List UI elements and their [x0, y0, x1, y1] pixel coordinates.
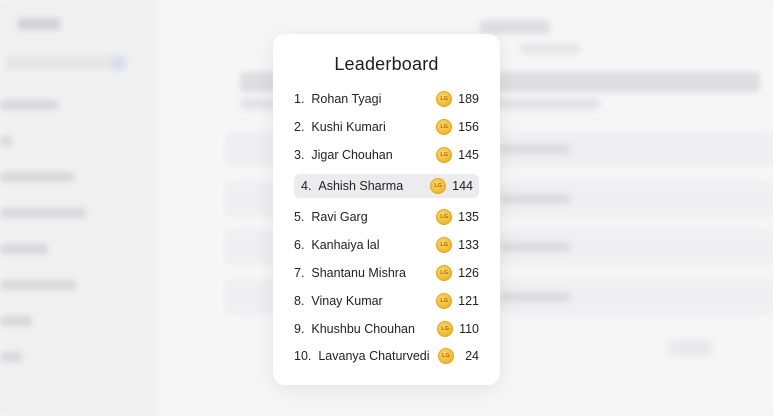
leaderboard-score: 133 [458, 238, 479, 252]
leaderboard-score: 126 [458, 266, 479, 280]
sidebar-item [0, 100, 58, 110]
sidebar [0, 0, 151, 416]
leaderboard-row: 5. Ravi Garg LG 135 [294, 205, 479, 229]
leaderboard-rank: 2. [294, 120, 305, 134]
coin-icon: LG [436, 293, 453, 309]
leaderboard-score: 156 [458, 120, 479, 134]
coin-icon: LG [436, 265, 453, 281]
leaderboard-name: 5. Ravi Garg [294, 210, 436, 224]
sidebar-search [6, 56, 126, 70]
leaderboard-name: 6. Kanhaiya lal [294, 238, 436, 252]
page-title [480, 20, 550, 34]
leaderboard-list: 1. Rohan Tyagi LG 189 2. Kushi Kumari LG 156 3… [273, 34, 500, 385]
coin-icon: LG [430, 178, 447, 194]
background-button [668, 340, 712, 356]
sidebar-item [0, 136, 12, 146]
leaderboard-player: Ashish Sharma [318, 179, 404, 193]
coin-icon: LG [438, 348, 454, 364]
leaderboard-name: 10. Lavanya Chaturvedi [294, 349, 438, 363]
leaderboard-rank: 8. [294, 294, 305, 308]
leaderboard-name: 9. Khushbu Chouhan [294, 322, 437, 336]
leaderboard-player: Kanhaiya lal [311, 238, 380, 252]
coin-icon: LG [437, 321, 454, 337]
leaderboard-score: 121 [458, 294, 479, 308]
leaderboard-row: 6. Kanhaiya lal LG 133 [294, 233, 479, 257]
leaderboard-row: 8. Vinay Kumar LG 121 [294, 289, 479, 313]
sidebar-item [0, 244, 48, 254]
leaderboard-player: Jigar Chouhan [311, 148, 393, 162]
leaderboard-rank: 6. [294, 238, 305, 252]
leaderboard-rank: 7. [294, 266, 305, 280]
leaderboard-name: 1. Rohan Tyagi [294, 92, 436, 106]
leaderboard-name: 7. Shantanu Mishra [294, 266, 436, 280]
leaderboard-row: 9. Khushbu Chouhan LG 110 [294, 317, 479, 341]
leaderboard-score: 24 [465, 349, 479, 363]
content-row-text [500, 292, 570, 302]
content-row-text [500, 242, 570, 252]
leaderboard-player: Ravi Garg [311, 210, 368, 224]
leaderboard-modal: Leaderboard 1. Rohan Tyagi LG 189 2. Kushi … [273, 34, 500, 385]
coin-icon: LG [436, 119, 453, 135]
coin-icon: LG [436, 147, 453, 163]
leaderboard-player: Kushi Kumari [311, 120, 386, 134]
coin-icon: LG [436, 237, 453, 253]
sidebar-item [0, 280, 76, 290]
leaderboard-rank: 5. [294, 210, 305, 224]
leaderboard-score: 135 [458, 210, 479, 224]
sidebar-item [0, 352, 22, 362]
sidebar-item [0, 316, 32, 326]
leaderboard-player: Vinay Kumar [311, 294, 383, 308]
sidebar-item [0, 208, 86, 218]
leaderboard-player: Khushbu Chouhan [311, 322, 415, 336]
leaderboard-row: 4. Ashish Sharma LG 144 [294, 174, 479, 198]
leaderboard-rank: 10. [294, 349, 312, 363]
leaderboard-player: Lavanya Chaturvedi [318, 349, 430, 363]
leaderboard-row: 3. Jigar Chouhan LG 145 [294, 143, 479, 167]
leaderboard-score: 110 [459, 322, 479, 336]
search-icon [112, 56, 126, 70]
leaderboard-row: 2. Kushi Kumari LG 156 [294, 115, 479, 139]
brand-logo [18, 18, 60, 30]
leaderboard-player: Shantanu Mishra [311, 266, 406, 280]
leaderboard-rank: 4. [301, 179, 312, 193]
leaderboard-score: 189 [458, 92, 479, 106]
leaderboard-rank: 1. [294, 92, 305, 106]
coin-icon: LG [436, 91, 453, 107]
leaderboard-row: 7. Shantanu Mishra LG 126 [294, 261, 479, 285]
leaderboard-name: 2. Kushi Kumari [294, 120, 436, 134]
leaderboard-rank: 3. [294, 148, 305, 162]
coin-icon: LG [436, 209, 453, 225]
content-row-text [500, 144, 570, 154]
page-subtitle [520, 44, 580, 54]
leaderboard-player: Rohan Tyagi [311, 92, 382, 106]
sidebar-item [0, 172, 74, 182]
leaderboard-row: 10. Lavanya Chaturvedi LG 24 [294, 344, 479, 368]
leaderboard-name: 3. Jigar Chouhan [294, 148, 436, 162]
content-row-text [500, 194, 570, 204]
leaderboard-score: 144 [452, 179, 473, 193]
leaderboard-name: 8. Vinay Kumar [294, 294, 436, 308]
leaderboard-name: 4. Ashish Sharma [301, 179, 430, 193]
leaderboard-row: 1. Rohan Tyagi LG 189 [294, 87, 479, 111]
leaderboard-score: 145 [458, 148, 479, 162]
leaderboard-rank: 9. [294, 322, 305, 336]
